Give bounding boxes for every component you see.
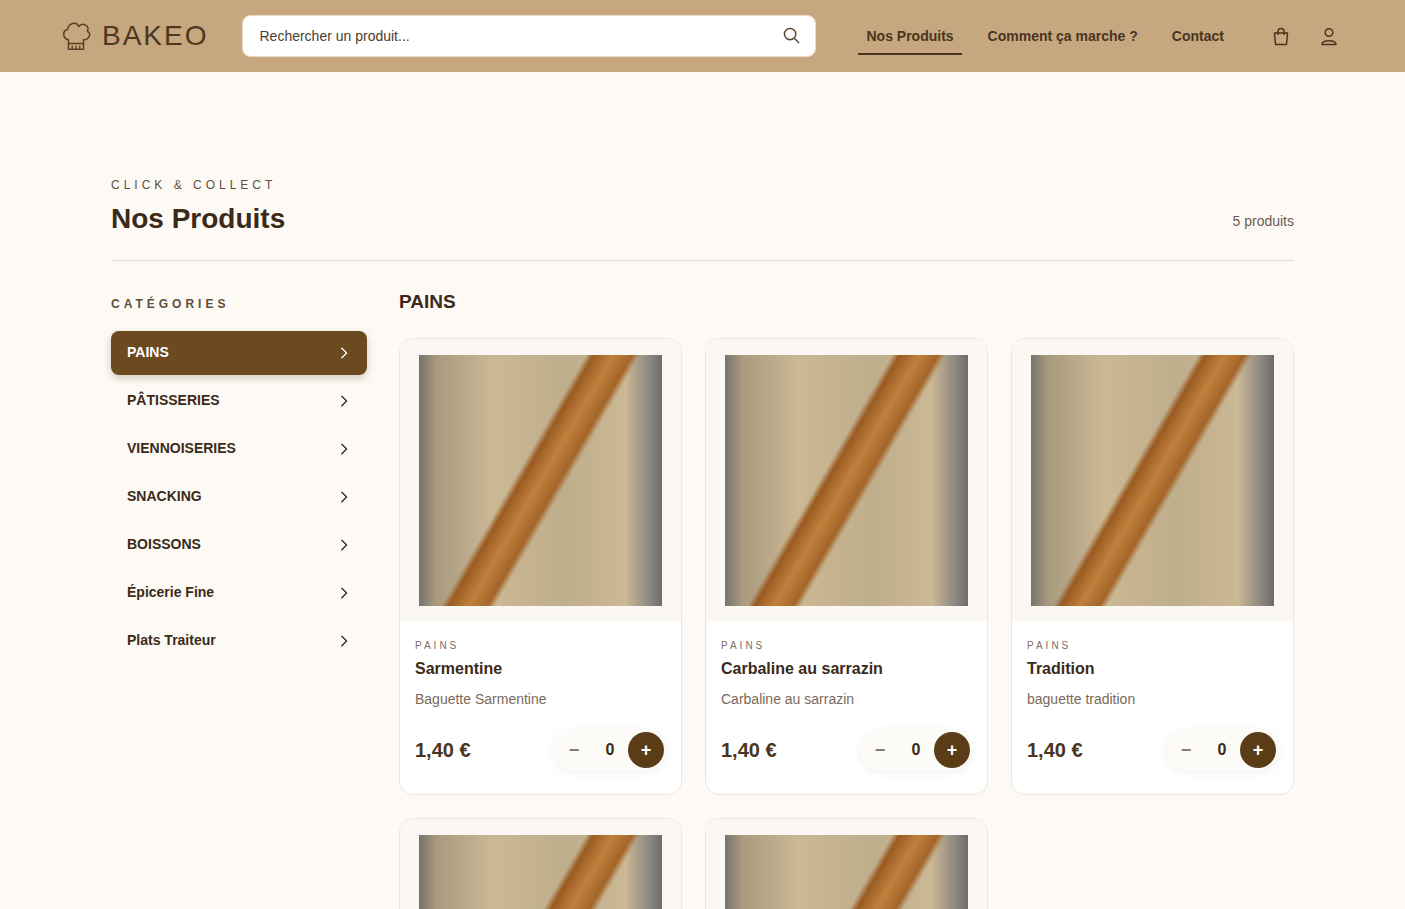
increase-button[interactable]: + [628,732,664,768]
chevron-right-icon [337,538,351,552]
product-price: 1,40 € [1027,735,1083,765]
product-info: PAINS Sarmentine Baguette Sarmentine 1,40 €… [400,621,681,794]
product-category: PAINS [1027,638,1278,653]
page-header: CLICK & COLLECT Nos Produits 5 produits [111,176,1294,236]
divider [111,260,1294,261]
product-footer: 1,40 € −0+ [415,730,666,770]
nav-link[interactable]: Nos Produits [858,18,961,55]
product-card: PAINS Carbaline au sarrazin Carbaline au s… [705,338,988,795]
product-description: Baguette Sarmentine [415,689,666,710]
nav-link[interactable]: Contact [1164,18,1232,55]
product-photo-frame [1012,339,1293,621]
sidebar-item[interactable]: VIENNOISERIES [111,427,367,471]
product-footer: 1,40 € −0+ [721,730,972,770]
sidebar-item-label: SNACKING [127,486,202,507]
category-sidebar: CATÉGORIES PAINS PÂTISSERIES VIENNOISERIES… [111,291,367,909]
sidebar-item-label: VIENNOISERIES [127,438,236,459]
main-nav: Nos Produits Comment ça marche ? Contact [858,18,1231,55]
chevron-right-icon [337,394,351,408]
decrease-button[interactable]: − [556,732,592,768]
product-photo[interactable] [1031,355,1274,606]
product-name[interactable]: Carbaline au sarrazin [721,657,972,681]
product-card: PAINS Tradition baguette tradition 1,40 € −0… [1011,338,1294,795]
product-photo[interactable] [419,355,662,606]
quantity-value: 0 [1208,738,1236,762]
product-footer: 1,40 € −0+ [1027,730,1278,770]
product-description: baguette tradition [1027,689,1278,710]
chevron-right-icon [337,586,351,600]
header-icons [1272,27,1338,46]
main-content: CLICK & COLLECT Nos Produits 5 produits … [111,72,1294,909]
top-bar: BAKEO Nos Produits Comment ça marche ? Con… [0,0,1405,72]
product-photo-frame [706,819,987,909]
product-name[interactable]: Sarmentine [415,657,666,681]
decrease-button[interactable]: − [1168,732,1204,768]
product-photo-frame [400,819,681,909]
product-price: 1,40 € [721,735,777,765]
logo-text: BAKEO [102,22,208,50]
chevron-right-icon [337,634,351,648]
product-photo[interactable] [419,835,662,909]
increase-button[interactable]: + [1240,732,1276,768]
product-photo[interactable] [725,835,968,909]
search-icon[interactable] [783,27,800,44]
chevron-right-icon [337,346,351,360]
product-card [399,818,682,909]
product-card [705,818,988,909]
logo[interactable]: BAKEO [60,19,208,53]
product-photo-frame [706,339,987,621]
product-info: PAINS Tradition baguette tradition 1,40 € −0… [1012,621,1293,794]
product-photo-frame [400,339,681,621]
sidebar-item[interactable]: Épicerie Fine [111,571,367,615]
sidebar-item-label: PAINS [127,342,169,363]
sidebar-item-label: PÂTISSERIES [127,390,220,411]
chef-hat-icon [60,19,92,53]
sidebar-item-label: Épicerie Fine [127,582,214,603]
quantity-control: −0+ [1166,730,1278,770]
quantity-value: 0 [596,738,624,762]
sidebar-item[interactable]: SNACKING [111,475,367,519]
product-photo[interactable] [725,355,968,606]
sidebar-item[interactable]: PAINS [111,331,367,375]
product-category: PAINS [415,638,666,653]
product-description: Carbaline au sarrazin [721,689,972,710]
chevron-right-icon [337,442,351,456]
sidebar-item[interactable]: BOISSONS [111,523,367,567]
product-section: PAINS PAINS Sarmentine Baguette Sarmentine… [399,291,1294,909]
sidebar-item-label: Plats Traiteur [127,630,216,651]
shopping-bag-icon[interactable] [1272,27,1290,46]
search-input[interactable] [242,15,816,57]
sidebar-item[interactable]: Plats Traiteur [111,619,367,663]
decrease-button[interactable]: − [862,732,898,768]
nav-link[interactable]: Comment ça marche ? [980,18,1146,55]
chevron-right-icon [337,490,351,504]
product-price: 1,40 € [415,735,471,765]
quantity-control: −0+ [860,730,972,770]
search-box [242,15,816,57]
sidebar-title: CATÉGORIES [111,295,367,313]
product-info: PAINS Carbaline au sarrazin Carbaline au s… [706,621,987,794]
sidebar-item[interactable]: PÂTISSERIES [111,379,367,423]
user-icon[interactable] [1320,27,1338,46]
product-name[interactable]: Tradition [1027,657,1278,681]
eyebrow: CLICK & COLLECT [111,176,285,194]
quantity-value: 0 [902,738,930,762]
sidebar-item-label: BOISSONS [127,534,201,555]
quantity-control: −0+ [554,730,666,770]
page-title: Nos Produits [111,202,285,236]
product-count: 5 produits [1233,211,1294,232]
product-category: PAINS [721,638,972,653]
product-card: PAINS Sarmentine Baguette Sarmentine 1,40 €… [399,338,682,795]
section-title: PAINS [399,291,1294,314]
increase-button[interactable]: + [934,732,970,768]
